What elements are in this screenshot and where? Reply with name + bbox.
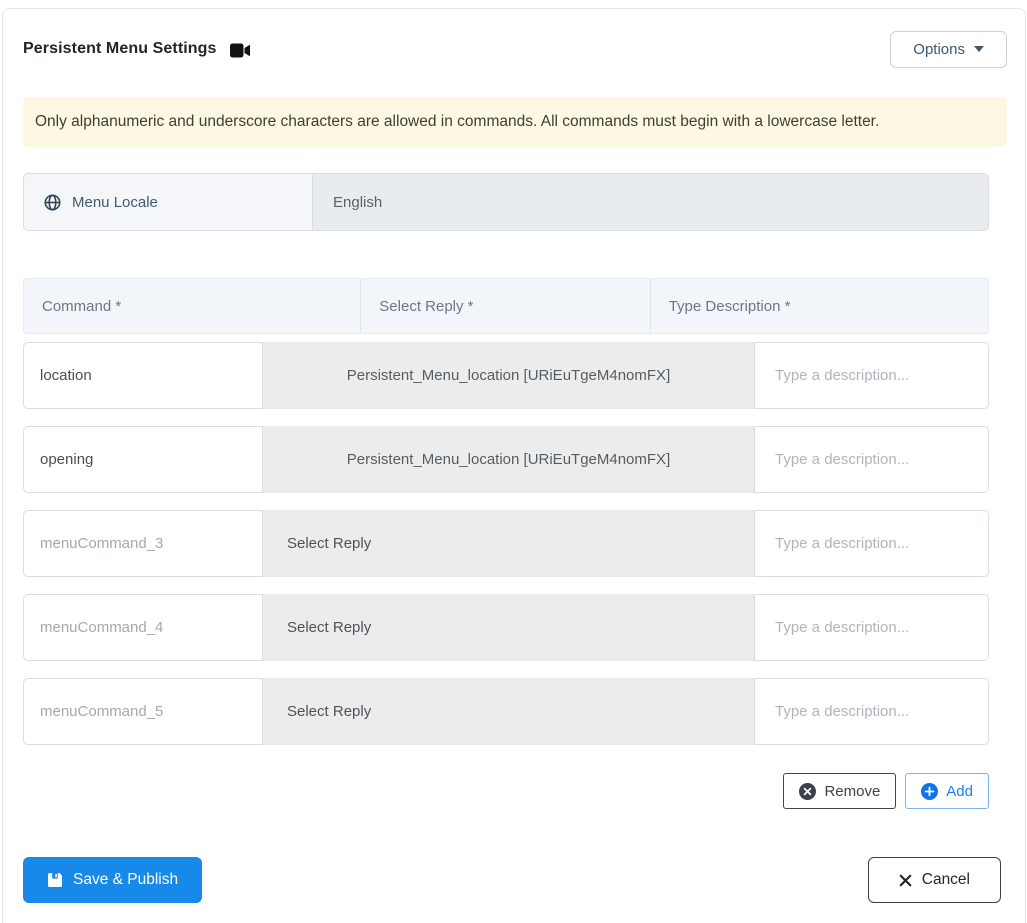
select-reply-dropdown[interactable]: Select Reply (263, 510, 754, 577)
command-input[interactable] (23, 342, 263, 409)
menu-locale-label: Menu Locale (23, 173, 313, 231)
description-input[interactable] (754, 594, 989, 661)
menu-locale-value-input[interactable] (313, 173, 989, 231)
select-reply-value: Persistent_Menu_location [URiEuTgeM4nomF… (346, 451, 671, 468)
menu-locale-label-text: Menu Locale (72, 193, 158, 211)
add-row-button[interactable]: Add (905, 773, 989, 809)
select-reply-dropdown[interactable]: Persistent_Menu_location [URiEuTgeM4nomF… (263, 426, 754, 493)
table-row: Select Reply (23, 510, 989, 577)
menu-locale-group: Menu Locale (23, 173, 989, 231)
description-input[interactable] (754, 510, 989, 577)
chevron-down-icon (974, 46, 984, 52)
column-header-select-reply: Select Reply * (361, 279, 651, 333)
select-reply-value: Select Reply (287, 535, 372, 552)
table-row: Select Reply (23, 678, 989, 745)
table-header-row: Command * Select Reply * Type Descriptio… (23, 278, 989, 334)
select-reply-dropdown[interactable]: Persistent_Menu_location [URiEuTgeM4nomF… (263, 342, 754, 409)
column-header-command: Command * (24, 279, 362, 333)
options-button-label: Options (913, 40, 965, 58)
row-actions: Remove Add (23, 773, 989, 809)
command-input[interactable] (23, 594, 263, 661)
add-button-label: Add (946, 782, 973, 800)
save-publish-label: Save & Publish (73, 871, 179, 888)
cancel-button[interactable]: Cancel (867, 857, 1001, 903)
command-input[interactable] (23, 426, 263, 493)
select-reply-value: Select Reply (287, 703, 372, 720)
column-header-type-description: Type Description * (668, 297, 791, 315)
commands-rule-alert: Only alphanumeric and underscore charact… (23, 97, 1007, 147)
select-reply-value: Persistent_Menu_location [URiEuTgeM4nomF… (346, 367, 671, 384)
select-reply-dropdown[interactable]: Select Reply (263, 594, 754, 661)
options-button[interactable]: Options (890, 30, 1007, 68)
remove-button-label: Remove (824, 782, 881, 800)
x-icon (899, 874, 912, 887)
command-input[interactable] (23, 678, 263, 745)
table-row: Persistent_Menu_location [URiEuTgeM4nomF… (23, 342, 989, 409)
page-title: Persistent Menu Settings (23, 40, 217, 57)
persistent-menu-settings-panel: Persistent Menu Settings Options Only al… (2, 8, 1026, 923)
plus-circle-icon (921, 782, 939, 800)
alert-text: Only alphanumeric and underscore charact… (35, 113, 880, 130)
select-reply-dropdown[interactable]: Select Reply (263, 678, 754, 745)
video-camera-icon (229, 43, 251, 58)
description-input[interactable] (754, 426, 989, 493)
description-input[interactable] (754, 342, 989, 409)
select-reply-value: Select Reply (287, 619, 372, 636)
x-circle-icon (799, 782, 817, 800)
table-row: Select Reply (23, 594, 989, 661)
globe-icon (44, 193, 61, 211)
command-input[interactable] (23, 510, 263, 577)
remove-row-button[interactable]: Remove (783, 773, 897, 809)
command-rows: Persistent_Menu_location [URiEuTgeM4nomF… (23, 342, 1005, 762)
floppy-save-icon (47, 872, 63, 888)
description-input[interactable] (754, 678, 989, 745)
table-row: Persistent_Menu_location [URiEuTgeM4nomF… (23, 426, 989, 493)
panel-body: Only alphanumeric and underscore charact… (3, 89, 1025, 857)
title-wrap: Persistent Menu Settings (23, 40, 251, 58)
panel-footer: Save & Publish Cancel (3, 857, 1025, 923)
save-publish-button[interactable]: Save & Publish (23, 857, 203, 903)
cancel-button-label: Cancel (921, 871, 970, 888)
panel-header: Persistent Menu Settings Options (3, 9, 1025, 89)
